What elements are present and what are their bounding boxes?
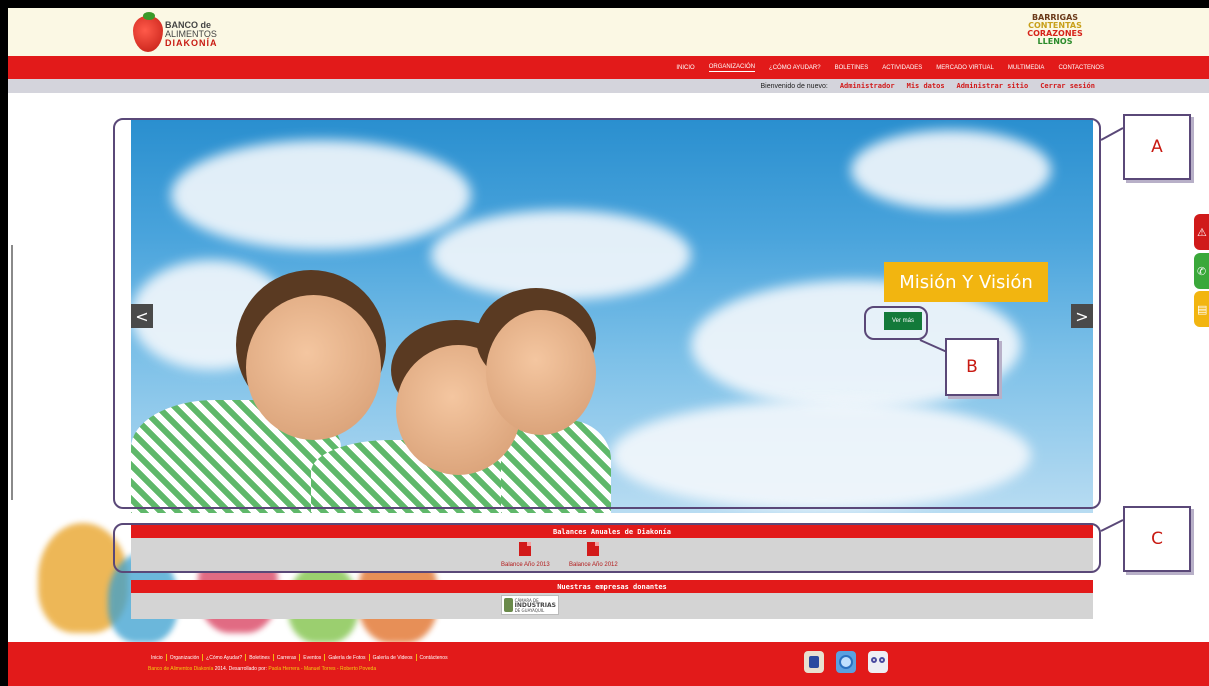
nav-item-contactenos[interactable]: CONTACTENOS [1058, 65, 1104, 71]
footer-link-organizacion[interactable]: Organización [167, 655, 202, 661]
side-calendar-icon[interactable]: ▤ [1194, 291, 1209, 327]
footer-link-inicio[interactable]: Inicio [148, 655, 166, 661]
site-header: BANCO de ALIMENTOS DIAKONÍA BARRIGAS CON… [8, 8, 1209, 56]
logout-link[interactable]: Cerrar sesión [1040, 82, 1095, 90]
credit-mid: 2014. Desarrollado por: [213, 666, 269, 672]
my-data-link[interactable]: Mis datos [907, 82, 945, 90]
shield-emblem-icon[interactable] [804, 651, 824, 673]
donor-logo-text: CÁMARA DE INDUSTRIAS DE GUAYAQUIL [515, 598, 556, 613]
annotation-box-a [113, 118, 1101, 509]
footer-link-contactenos[interactable]: Contáctenos [417, 655, 451, 661]
frame-left-border [0, 0, 8, 686]
nav-item-mercado-virtual[interactable]: MERCADO VIRTUAL [936, 65, 994, 71]
footer-links: Inicio Organización ¿Cómo Ayudar? Boleti… [148, 654, 451, 661]
credit-org: Banco de Alimentos Diakonía [148, 666, 214, 672]
annotation-box-b [864, 306, 928, 340]
rings-emblem-icon[interactable] [868, 651, 888, 673]
nav-menu: INICIO ORGANIZACIÓN ¿CÓMO AYUDAR? BOLETI… [676, 56, 1104, 79]
logo-line-3: DIAKONÍA [165, 37, 218, 48]
side-phone-icon[interactable]: ✆ [1194, 253, 1209, 289]
footer-credit: Banco de Alimentos Diakonía 2014. Desarr… [148, 666, 376, 672]
annotation-label-c: C [1123, 506, 1191, 572]
strawberry-icon [133, 12, 163, 52]
donor-logo-line-2: INDUSTRIAS [514, 601, 556, 609]
frame-top-border [0, 0, 1209, 8]
annotation-box-c [113, 523, 1101, 573]
camara-emblem-icon [504, 598, 513, 612]
welcome-greeting: Bienvenido de nuevo: [760, 82, 828, 90]
admin-site-link[interactable]: Administrar sitio [957, 82, 1029, 90]
welcome-bar: Bienvenido de nuevo: Administrador Mis d… [8, 79, 1209, 93]
credit-authors: Paola Herrera - Manuel Torres - Roberto … [268, 666, 377, 672]
footer-link-galeria-videos[interactable]: Galería de Videos [370, 655, 416, 661]
donors-header: Nuestras empresas donantes [131, 580, 1093, 593]
side-alert-icon[interactable]: ⚠ [1194, 214, 1209, 250]
site-footer: Inicio Organización ¿Cómo Ayudar? Boleti… [8, 642, 1209, 686]
barrigas-contentas-logo: BARRIGAS CONTENTAS CORAZONES LLENOS [1026, 14, 1084, 46]
nav-item-inicio[interactable]: INICIO [676, 65, 694, 71]
left-edge-line [11, 245, 13, 500]
nav-item-actividades[interactable]: ACTIVIDADES [882, 65, 922, 71]
footer-link-galeria-fotos[interactable]: Galería de Fotos [325, 655, 368, 661]
globe-emblem-icon[interactable] [836, 651, 856, 673]
footer-link-eventos[interactable]: Eventos [300, 655, 324, 661]
nav-item-multimedia[interactable]: MULTIMEDIA [1008, 65, 1045, 71]
annotation-label-b: B [945, 338, 999, 396]
welcome-links: Bienvenido de nuevo: Administrador Mis d… [760, 79, 1095, 93]
donors-body: CÁMARA DE INDUSTRIAS DE GUAYAQUIL [131, 593, 1093, 619]
camara-industrias-logo[interactable]: CÁMARA DE INDUSTRIAS DE GUAYAQUIL [501, 595, 559, 615]
nav-item-boletines[interactable]: BOLETINES [835, 65, 869, 71]
footer-link-boletines[interactable]: Boletines [246, 655, 273, 661]
user-link[interactable]: Administrador [840, 82, 895, 90]
logo-right-line-4: LLENOS [1037, 37, 1073, 46]
footer-partner-icons [804, 651, 888, 673]
banco-alimentos-logo[interactable]: BANCO de ALIMENTOS DIAKONÍA [133, 12, 218, 52]
footer-link-como-ayudar[interactable]: ¿Cómo Ayudar? [203, 655, 245, 661]
nav-item-como-ayudar[interactable]: ¿CÓMO AYUDAR? [769, 65, 821, 71]
logo-text: BANCO de ALIMENTOS DIAKONÍA [165, 20, 218, 48]
nav-item-organizacion[interactable]: ORGANIZACIÓN [708, 64, 756, 72]
main-navbar: INICIO ORGANIZACIÓN ¿CÓMO AYUDAR? BOLETI… [8, 56, 1209, 79]
annotation-label-a: A [1123, 114, 1191, 180]
footer-link-carreras[interactable]: Carreras [274, 655, 299, 661]
